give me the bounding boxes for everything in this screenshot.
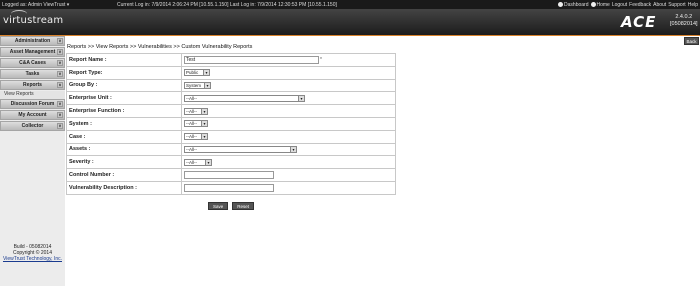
- top-links: Dashboard Home Logout Feedback About Sup…: [558, 2, 700, 8]
- report-type-select[interactable]: Public ▾: [184, 69, 210, 77]
- chevron-down-icon: ∨: [57, 49, 63, 55]
- enterprise-unit-label: Enterprise Unit :: [66, 91, 182, 106]
- enterprise-function-label: Enterprise Function :: [66, 104, 182, 118]
- main-content: Back Reports >> View Reports >> Vulnerab…: [65, 36, 700, 286]
- control-number-input[interactable]: [184, 171, 274, 180]
- version-info: 2.4.0.2 [05082014]: [670, 14, 698, 28]
- chevron-down-icon: ∨: [57, 71, 63, 77]
- form-row: Report Name : Test *: [66, 53, 396, 67]
- form-row: Control Number :: [66, 168, 396, 182]
- company-link[interactable]: ViewTrust Technology, Inc.: [0, 256, 65, 262]
- system-label: System :: [66, 116, 182, 131]
- breadcrumb: Reports >> View Reports >> Vulnerabiliti…: [67, 44, 253, 50]
- severity-label: Severity :: [66, 155, 182, 170]
- chevron-up-icon: ∧: [57, 82, 63, 88]
- nav-my-account[interactable]: My Account ∨: [0, 110, 65, 120]
- dropdown-arrow-icon: ▾: [201, 134, 207, 140]
- report-form: Report Name : Test * Report Type: Public ▾…: [66, 53, 396, 195]
- nav-collector[interactable]: Collector ∨: [0, 121, 65, 131]
- dropdown-arrow-icon: ▾: [203, 70, 209, 76]
- dropdown-arrow-icon: ▾: [205, 159, 211, 165]
- help-link[interactable]: Help: [688, 2, 698, 8]
- home-link[interactable]: Home: [590, 1, 610, 8]
- logout-link[interactable]: Logout: [612, 2, 627, 8]
- dashboard-icon: [558, 1, 564, 7]
- save-button[interactable]: Save: [207, 202, 229, 210]
- login-info-text: Current Log in: 7/9/2014 2:06:24 PM [10.…: [117, 1, 337, 8]
- group-by-select[interactable]: System ▾: [184, 81, 211, 89]
- form-actions: Save Reset: [66, 200, 396, 212]
- form-row: Group By : System ▾: [66, 78, 396, 93]
- report-name-label: Report Name :: [66, 53, 182, 67]
- build-tag: [05082014]: [670, 21, 698, 27]
- top-status-bar: Logged as: Admin ViewTrust ▾ Current Log…: [0, 0, 700, 9]
- form-row: Assets : --All-- ▾: [66, 142, 396, 157]
- virtustream-logo: virtustream: [3, 10, 63, 26]
- nav-view-reports[interactable]: View Reports: [0, 91, 65, 99]
- nav-reports[interactable]: Reports ∧: [0, 80, 65, 90]
- nav-administration[interactable]: Administration ∨: [0, 36, 65, 46]
- assets-label: Assets :: [66, 142, 182, 157]
- report-type-label: Report Type:: [66, 65, 182, 80]
- dropdown-arrow-icon: ▾: [204, 82, 210, 88]
- report-name-input[interactable]: Test: [184, 55, 319, 64]
- form-row: Case : --All-- ▾: [66, 129, 396, 144]
- sidebar: Administration ∨ Asset Management ∨ C&A Ca…: [0, 36, 65, 286]
- back-button[interactable]: Back: [684, 37, 699, 45]
- dropdown-arrow-icon: ▾: [298, 95, 304, 101]
- app-header: virtustream ACE 2.4.0.2 [05082014]: [0, 9, 700, 35]
- case-label: Case :: [66, 129, 182, 144]
- logged-as-text[interactable]: Logged as: Admin ViewTrust ▾: [2, 2, 117, 8]
- build-info: Build - 05082014 Copyright © 2014 ViewTr…: [0, 244, 65, 262]
- about-link[interactable]: About: [653, 2, 666, 8]
- chevron-down-icon: ∨: [57, 60, 63, 66]
- case-select[interactable]: --All-- ▾: [184, 133, 208, 141]
- chevron-down-icon: ∨: [57, 123, 63, 129]
- reset-button[interactable]: Reset: [232, 202, 255, 210]
- form-row: Report Type: Public ▾: [66, 65, 396, 80]
- logo-arc-icon: [11, 10, 27, 18]
- chevron-down-icon: ∨: [57, 101, 63, 107]
- form-row: Enterprise Function : --All-- ▾: [66, 104, 396, 118]
- form-row: Enterprise Unit : --All-- ▾: [66, 91, 396, 106]
- form-row: System : --All-- ▾: [66, 116, 396, 131]
- control-number-label: Control Number :: [66, 168, 182, 182]
- form-row: Vulnerability Description :: [66, 180, 396, 195]
- home-icon: [590, 1, 596, 7]
- support-link[interactable]: Support: [668, 2, 686, 8]
- nav-tasks[interactable]: Tasks ∨: [0, 69, 65, 79]
- form-row: Severity : --All-- ▾: [66, 155, 396, 170]
- chevron-down-icon: ∨: [57, 112, 63, 118]
- feedback-link[interactable]: Feedback: [629, 2, 651, 8]
- group-by-label: Group By :: [66, 78, 182, 93]
- system-select[interactable]: --All-- ▾: [184, 120, 208, 128]
- nav-discussion-forum[interactable]: Discussion Forum ∨: [0, 99, 65, 109]
- enterprise-unit-select[interactable]: --All-- ▾: [184, 94, 305, 102]
- chevron-down-icon: ∨: [57, 38, 63, 44]
- dropdown-arrow-icon: ▾: [201, 121, 207, 127]
- enterprise-function-select[interactable]: --All-- ▾: [184, 107, 208, 115]
- dropdown-arrow-icon: ▾: [201, 108, 207, 114]
- assets-select[interactable]: --All-- ▾: [184, 145, 297, 153]
- required-marker: *: [320, 57, 322, 64]
- vulnerability-description-label: Vulnerability Description :: [66, 180, 182, 195]
- dashboard-link[interactable]: Dashboard: [558, 1, 589, 8]
- dropdown-arrow-icon: ▾: [290, 146, 296, 152]
- product-name: ACE: [621, 13, 657, 31]
- severity-select[interactable]: --All-- ▾: [184, 158, 212, 166]
- version-number: 2.4.0.2: [675, 14, 693, 20]
- nav-ca-cases[interactable]: C&A Cases ∨: [0, 58, 65, 68]
- vulnerability-description-input[interactable]: [184, 183, 274, 192]
- nav-asset-management[interactable]: Asset Management ∨: [0, 47, 65, 57]
